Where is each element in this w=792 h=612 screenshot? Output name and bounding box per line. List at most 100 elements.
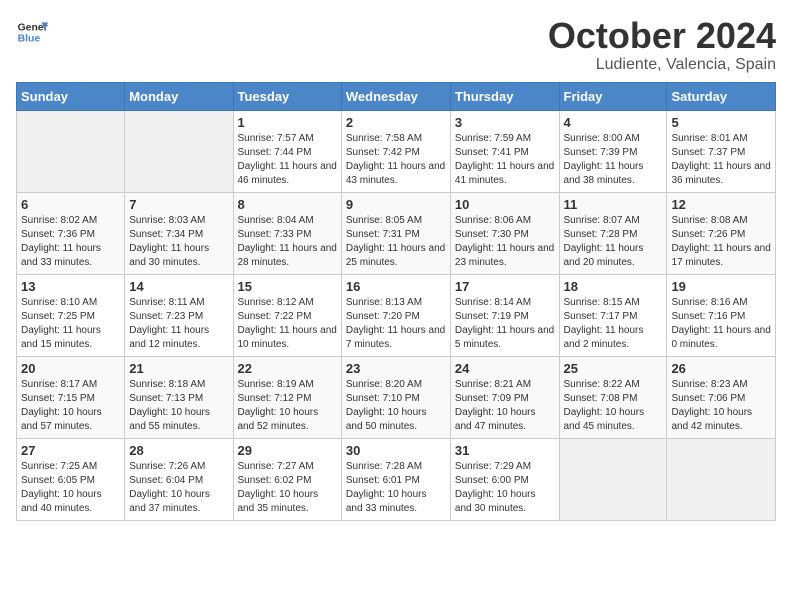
calendar-cell: 5 Sunrise: 8:01 AM Sunset: 7:37 PM Daylig… <box>667 110 776 192</box>
cell-info-text: Sunrise: 8:20 AM Sunset: 7:10 PM Dayligh… <box>346 378 446 434</box>
calendar-cell: 29Sunrise: 7:27 AM Sunset: 6:02 PM Dayli… <box>233 438 341 520</box>
cell-date-number: 3 <box>455 115 555 130</box>
calendar-table: Sunday Monday Tuesday Wednesday Thursday… <box>16 82 776 521</box>
title-block: October 2024 Ludiente, Valencia, Spain <box>548 16 776 74</box>
cell-date-number: 11 <box>564 197 663 212</box>
col-wednesday: Wednesday <box>341 82 450 110</box>
calendar-subtitle: Ludiente, Valencia, Spain <box>548 56 776 74</box>
col-friday: Friday <box>559 82 667 110</box>
calendar-cell: 8 Sunrise: 8:04 AM Sunset: 7:33 PM Daylig… <box>233 192 341 274</box>
calendar-cell: 10Sunrise: 8:06 AM Sunset: 7:30 PM Dayli… <box>450 192 559 274</box>
calendar-cell: 12 Sunrise: 8:08 AM Sunset: 7:26 PM Dayli… <box>667 192 776 274</box>
cell-date-number: 12 <box>671 197 771 212</box>
cell-info-text: Sunrise: 8:07 AM Sunset: 7:28 PM Dayligh… <box>564 214 663 270</box>
cell-date-number: 29 <box>238 443 337 458</box>
cell-info-text: Sunrise: 8:06 AM Sunset: 7:30 PM Dayligh… <box>455 214 555 270</box>
cell-info-text: Sunrise: 8:19 AM Sunset: 7:12 PM Dayligh… <box>238 378 337 434</box>
calendar-week-row: 27Sunrise: 7:25 AM Sunset: 6:05 PM Dayli… <box>17 438 776 520</box>
cell-date-number: 30 <box>346 443 446 458</box>
cell-date-number: 6 <box>21 197 120 212</box>
calendar-cell: 4 Sunrise: 8:00 AM Sunset: 7:39 PM Daylig… <box>559 110 667 192</box>
calendar-cell: 2 Sunrise: 7:58 AM Sunset: 7:42 PM Daylig… <box>341 110 450 192</box>
logo-icon: General Blue <box>16 16 48 48</box>
calendar-cell: 30 Sunrise: 7:28 AM Sunset: 6:01 PM Dayli… <box>341 438 450 520</box>
calendar-cell: 22 Sunrise: 8:19 AM Sunset: 7:12 PM Dayli… <box>233 356 341 438</box>
svg-text:Blue: Blue <box>18 34 41 45</box>
page-header: General Blue October 2024 Ludiente, Vale… <box>16 16 776 74</box>
calendar-cell <box>667 438 776 520</box>
cell-date-number: 25 <box>564 361 663 376</box>
cell-date-number: 1 <box>238 115 337 130</box>
cell-date-number: 19 <box>671 279 771 294</box>
calendar-cell <box>17 110 125 192</box>
calendar-cell: 9Sunrise: 8:05 AM Sunset: 7:31 PM Daylig… <box>341 192 450 274</box>
calendar-cell: 1 Sunrise: 7:57 AM Sunset: 7:44 PM Daylig… <box>233 110 341 192</box>
cell-date-number: 8 <box>238 197 337 212</box>
cell-date-number: 24 <box>455 361 555 376</box>
calendar-cell: 18Sunrise: 8:15 AM Sunset: 7:17 PM Dayli… <box>559 274 667 356</box>
calendar-cell <box>125 110 233 192</box>
cell-info-text: Sunrise: 8:17 AM Sunset: 7:15 PM Dayligh… <box>21 378 120 434</box>
calendar-header-row: Sunday Monday Tuesday Wednesday Thursday… <box>17 82 776 110</box>
cell-date-number: 13 <box>21 279 120 294</box>
calendar-cell: 20 Sunrise: 8:17 AM Sunset: 7:15 PM Dayli… <box>17 356 125 438</box>
cell-info-text: Sunrise: 8:05 AM Sunset: 7:31 PM Dayligh… <box>346 214 446 270</box>
cell-date-number: 14 <box>129 279 228 294</box>
cell-date-number: 31 <box>455 443 555 458</box>
calendar-cell: 28 Sunrise: 7:26 AM Sunset: 6:04 PM Dayli… <box>125 438 233 520</box>
calendar-week-row: 6 Sunrise: 8:02 AM Sunset: 7:36 PM Daylig… <box>17 192 776 274</box>
cell-info-text: Sunrise: 8:18 AM Sunset: 7:13 PM Dayligh… <box>129 378 228 434</box>
calendar-week-row: 1 Sunrise: 7:57 AM Sunset: 7:44 PM Daylig… <box>17 110 776 192</box>
cell-date-number: 4 <box>564 115 663 130</box>
col-monday: Monday <box>125 82 233 110</box>
cell-info-text: Sunrise: 7:58 AM Sunset: 7:42 PM Dayligh… <box>346 132 446 188</box>
calendar-cell <box>559 438 667 520</box>
col-thursday: Thursday <box>450 82 559 110</box>
col-saturday: Saturday <box>667 82 776 110</box>
cell-info-text: Sunrise: 8:04 AM Sunset: 7:33 PM Dayligh… <box>238 214 337 270</box>
calendar-cell: 13 Sunrise: 8:10 AM Sunset: 7:25 PM Dayli… <box>17 274 125 356</box>
cell-date-number: 17 <box>455 279 555 294</box>
calendar-week-row: 20 Sunrise: 8:17 AM Sunset: 7:15 PM Dayli… <box>17 356 776 438</box>
cell-date-number: 26 <box>671 361 771 376</box>
cell-date-number: 28 <box>129 443 228 458</box>
cell-info-text: Sunrise: 8:12 AM Sunset: 7:22 PM Dayligh… <box>238 296 337 352</box>
cell-info-text: Sunrise: 8:15 AM Sunset: 7:17 PM Dayligh… <box>564 296 663 352</box>
cell-date-number: 22 <box>238 361 337 376</box>
cell-info-text: Sunrise: 8:00 AM Sunset: 7:39 PM Dayligh… <box>564 132 663 188</box>
cell-date-number: 20 <box>21 361 120 376</box>
cell-date-number: 7 <box>129 197 228 212</box>
calendar-week-row: 13 Sunrise: 8:10 AM Sunset: 7:25 PM Dayli… <box>17 274 776 356</box>
calendar-cell: 11 Sunrise: 8:07 AM Sunset: 7:28 PM Dayli… <box>559 192 667 274</box>
calendar-cell: 23Sunrise: 8:20 AM Sunset: 7:10 PM Dayli… <box>341 356 450 438</box>
cell-info-text: Sunrise: 8:01 AM Sunset: 7:37 PM Dayligh… <box>671 132 771 188</box>
cell-date-number: 2 <box>346 115 446 130</box>
logo: General Blue <box>16 16 48 48</box>
col-sunday: Sunday <box>17 82 125 110</box>
calendar-body: 1 Sunrise: 7:57 AM Sunset: 7:44 PM Daylig… <box>17 110 776 520</box>
calendar-cell: 7 Sunrise: 8:03 AM Sunset: 7:34 PM Daylig… <box>125 192 233 274</box>
cell-info-text: Sunrise: 7:57 AM Sunset: 7:44 PM Dayligh… <box>238 132 337 188</box>
cell-info-text: Sunrise: 8:03 AM Sunset: 7:34 PM Dayligh… <box>129 214 228 270</box>
cell-info-text: Sunrise: 8:11 AM Sunset: 7:23 PM Dayligh… <box>129 296 228 352</box>
calendar-cell: 3 Sunrise: 7:59 AM Sunset: 7:41 PM Daylig… <box>450 110 559 192</box>
cell-info-text: Sunrise: 8:08 AM Sunset: 7:26 PM Dayligh… <box>671 214 771 270</box>
calendar-cell: 15Sunrise: 8:12 AM Sunset: 7:22 PM Dayli… <box>233 274 341 356</box>
col-tuesday: Tuesday <box>233 82 341 110</box>
cell-info-text: Sunrise: 7:28 AM Sunset: 6:01 PM Dayligh… <box>346 460 446 516</box>
cell-info-text: Sunrise: 7:29 AM Sunset: 6:00 PM Dayligh… <box>455 460 555 516</box>
cell-info-text: Sunrise: 7:26 AM Sunset: 6:04 PM Dayligh… <box>129 460 228 516</box>
calendar-cell: 26Sunrise: 8:23 AM Sunset: 7:06 PM Dayli… <box>667 356 776 438</box>
cell-date-number: 21 <box>129 361 228 376</box>
cell-date-number: 5 <box>671 115 771 130</box>
cell-info-text: Sunrise: 7:59 AM Sunset: 7:41 PM Dayligh… <box>455 132 555 188</box>
cell-info-text: Sunrise: 8:13 AM Sunset: 7:20 PM Dayligh… <box>346 296 446 352</box>
calendar-cell: 17 Sunrise: 8:14 AM Sunset: 7:19 PM Dayli… <box>450 274 559 356</box>
cell-info-text: Sunrise: 8:02 AM Sunset: 7:36 PM Dayligh… <box>21 214 120 270</box>
cell-info-text: Sunrise: 8:14 AM Sunset: 7:19 PM Dayligh… <box>455 296 555 352</box>
cell-info-text: Sunrise: 8:10 AM Sunset: 7:25 PM Dayligh… <box>21 296 120 352</box>
calendar-cell: 21 Sunrise: 8:18 AM Sunset: 7:13 PM Dayli… <box>125 356 233 438</box>
cell-info-text: Sunrise: 8:16 AM Sunset: 7:16 PM Dayligh… <box>671 296 771 352</box>
cell-info-text: Sunrise: 8:22 AM Sunset: 7:08 PM Dayligh… <box>564 378 663 434</box>
calendar-title: October 2024 <box>548 16 776 56</box>
